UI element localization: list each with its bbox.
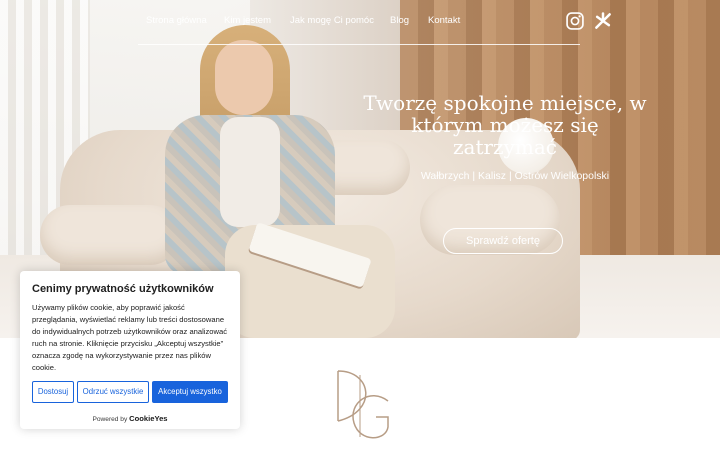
dg-logo <box>337 370 389 439</box>
main-nav: Strona główna Kim jestem Jak mogę Ci pom… <box>138 0 580 45</box>
reject-all-button[interactable]: Odrzuć wszystkie <box>77 381 149 403</box>
nav-item-blog[interactable]: Blog <box>390 15 409 26</box>
nav-item-contact[interactable]: Kontakt <box>428 15 460 26</box>
hero-title: Tworzę spokojne miejsce, w którym możesz… <box>360 92 650 158</box>
cookieyes-logo: CookieYes <box>129 414 168 423</box>
booksy-icon[interactable] <box>593 11 613 31</box>
powered-by: Powered by CookieYes <box>20 414 240 423</box>
person-top <box>220 117 280 227</box>
customize-button[interactable]: Dostosuj <box>32 381 74 403</box>
hero-title-line: którym możesz się zatrzymać <box>411 113 599 159</box>
nav-item-home[interactable]: Strona główna <box>146 15 207 26</box>
sofa-cushion <box>40 205 180 265</box>
person-face <box>215 40 273 115</box>
nav-item-help[interactable]: Jak mogę Ci pomóc <box>290 15 374 26</box>
cookie-consent-banner: Cenimy prywatność użytkowników Używamy p… <box>20 271 240 429</box>
hero-subtitle: Wałbrzych | Kalisz | Ostrów Wielkopolski <box>420 170 610 182</box>
accept-all-button[interactable]: Akceptuj wszystko <box>152 381 228 403</box>
hero-title-line: Tworzę spokojne miejsce, w <box>363 91 647 115</box>
instagram-icon[interactable] <box>565 11 585 31</box>
cookie-title: Cenimy prywatność użytkowników <box>32 283 214 295</box>
powered-by-label: Powered by <box>92 416 128 423</box>
cookie-description: Używamy plików cookie, aby poprawić jako… <box>32 303 228 372</box>
cta-button[interactable]: Sprawdź ofertę <box>443 228 563 254</box>
nav-item-about[interactable]: Kim jestem <box>224 15 271 26</box>
